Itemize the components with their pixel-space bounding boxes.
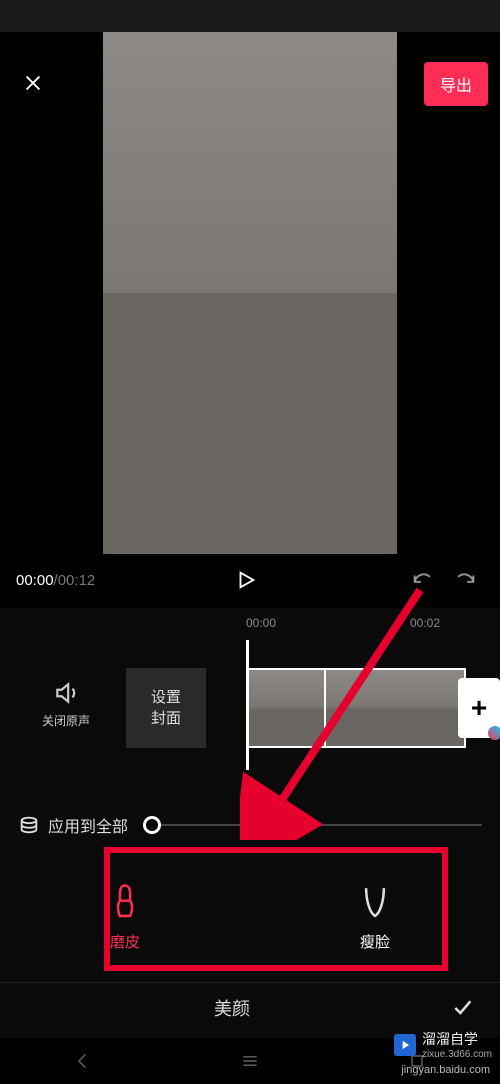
stack-icon	[18, 814, 40, 836]
close-icon	[22, 72, 44, 94]
add-clip-button[interactable]	[458, 678, 500, 738]
playback-controls: 00:00/00:12	[0, 552, 500, 608]
slim-face-icon	[359, 883, 391, 921]
apply-all-label: 应用到全部	[48, 813, 128, 837]
intensity-slider-row: 应用到全部	[0, 798, 500, 852]
video-preview[interactable]	[103, 32, 397, 554]
timeline[interactable]: 00:00 00:02 关闭原声 设置 封面	[0, 608, 500, 798]
clip-thumb[interactable]	[246, 668, 326, 748]
watermark-source: jingyan.baidu.com	[401, 1064, 490, 1076]
watermark: 溜溜自学 zixue.3d66.com	[394, 1029, 492, 1060]
video-preview-area: 导出	[0, 32, 500, 552]
check-icon	[448, 998, 476, 1018]
smooth-skin-label: 磨皮	[110, 931, 140, 952]
tick-label: 00:00	[246, 616, 276, 630]
smooth-skin-icon	[109, 883, 141, 921]
beauty-options: 磨皮 瘦脸	[0, 852, 500, 982]
redo-icon	[453, 569, 479, 591]
redo-button[interactable]	[448, 562, 484, 598]
total-time: 00:12	[58, 572, 96, 589]
mute-original-button[interactable]: 关闭原声	[42, 680, 90, 729]
timeline-ruler: 00:00 00:02	[0, 608, 500, 620]
cover-label-1: 设置	[151, 687, 181, 708]
clip-thumb[interactable]	[406, 668, 466, 748]
clip-thumbnails[interactable]	[246, 668, 466, 748]
slider-thumb[interactable]	[143, 816, 161, 834]
current-time: 00:00	[16, 572, 54, 589]
set-cover-button[interactable]: 设置 封面	[126, 668, 206, 748]
recents-nav-icon[interactable]	[240, 1051, 260, 1071]
mute-label: 关闭原声	[42, 712, 90, 729]
slim-face-option[interactable]: 瘦脸	[250, 852, 500, 982]
panel-title: 美颜	[20, 995, 444, 1021]
status-bar	[0, 0, 500, 32]
play-icon	[235, 569, 257, 591]
playback-time: 00:00/00:12	[16, 572, 95, 589]
clip-thumb[interactable]	[326, 668, 406, 748]
panel-footer: 美颜	[0, 982, 500, 1032]
watermark-logo-icon	[394, 1034, 416, 1056]
close-button[interactable]	[18, 68, 48, 98]
apply-to-all-button[interactable]: 应用到全部	[18, 813, 128, 837]
undo-button[interactable]	[404, 562, 440, 598]
playhead[interactable]	[246, 640, 249, 770]
speaker-icon	[53, 680, 79, 706]
add-clip-badge-icon	[488, 726, 500, 740]
slim-face-label: 瘦脸	[360, 931, 390, 952]
tick-label: 00:02	[410, 616, 440, 630]
undo-icon	[409, 569, 435, 591]
slider-track	[152, 824, 482, 826]
watermark-brand: 溜溜自学	[422, 1029, 492, 1049]
back-nav-icon[interactable]	[73, 1051, 93, 1071]
watermark-url: zixue.3d66.com	[422, 1049, 492, 1060]
export-button[interactable]: 导出	[424, 62, 488, 106]
intensity-slider[interactable]	[152, 815, 482, 835]
play-button[interactable]	[95, 569, 396, 591]
cover-label-2: 封面	[151, 708, 181, 729]
smooth-skin-option[interactable]: 磨皮	[0, 852, 250, 982]
confirm-button[interactable]	[444, 990, 480, 1026]
